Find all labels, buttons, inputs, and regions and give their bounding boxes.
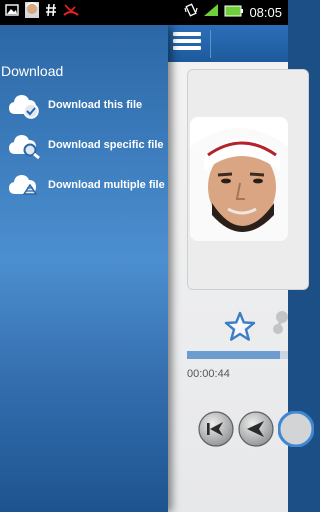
rewind-icon	[238, 411, 274, 447]
previous-button[interactable]	[198, 411, 234, 447]
player-panel: 00:00:44	[168, 25, 314, 512]
gallery-icon	[5, 3, 19, 22]
menu-item-label: Download this file	[48, 99, 143, 111]
menu-item-label: Download specific file	[48, 139, 164, 151]
status-bar: 08:05	[0, 0, 288, 25]
play-icon	[278, 411, 314, 447]
menu-item-download-this-file[interactable]: Download this file	[8, 90, 142, 120]
menu-item-label: Download multiple file	[48, 179, 165, 191]
vibrate-icon	[184, 3, 199, 22]
cloud-check-icon	[8, 90, 42, 120]
status-bar-left	[0, 2, 79, 23]
missed-call-icon	[63, 3, 79, 22]
status-time: 08:05	[249, 5, 282, 20]
reciter-photo	[190, 117, 288, 241]
battery-icon	[224, 4, 244, 22]
current-time: 00:00:44	[187, 368, 230, 380]
share-icon[interactable]	[272, 309, 288, 344]
menu-item-download-multiple-file[interactable]: Download multiple file	[8, 170, 165, 200]
drawer-title: Download	[1, 63, 64, 79]
progress-fill	[187, 351, 280, 359]
status-bar-right: 08:05	[184, 3, 288, 22]
play-button[interactable]	[278, 411, 314, 447]
download-drawer: Download Download this file Download spe…	[0, 25, 168, 512]
cloud-search-icon	[8, 130, 42, 160]
player-top-bar	[168, 25, 288, 62]
menu-item-download-specific-file[interactable]: Download specific file	[8, 130, 164, 160]
rewind-button[interactable]	[238, 411, 274, 447]
progress-bar[interactable]	[187, 351, 288, 359]
previous-icon	[198, 411, 234, 447]
avatar-thumbnail	[25, 2, 39, 23]
cloud-stack-icon	[8, 170, 42, 200]
hash-icon	[45, 3, 57, 22]
menu-icon[interactable]	[173, 29, 201, 57]
signal-icon	[203, 3, 219, 22]
star-icon[interactable]	[224, 311, 256, 346]
top-bar-divider	[210, 30, 211, 58]
